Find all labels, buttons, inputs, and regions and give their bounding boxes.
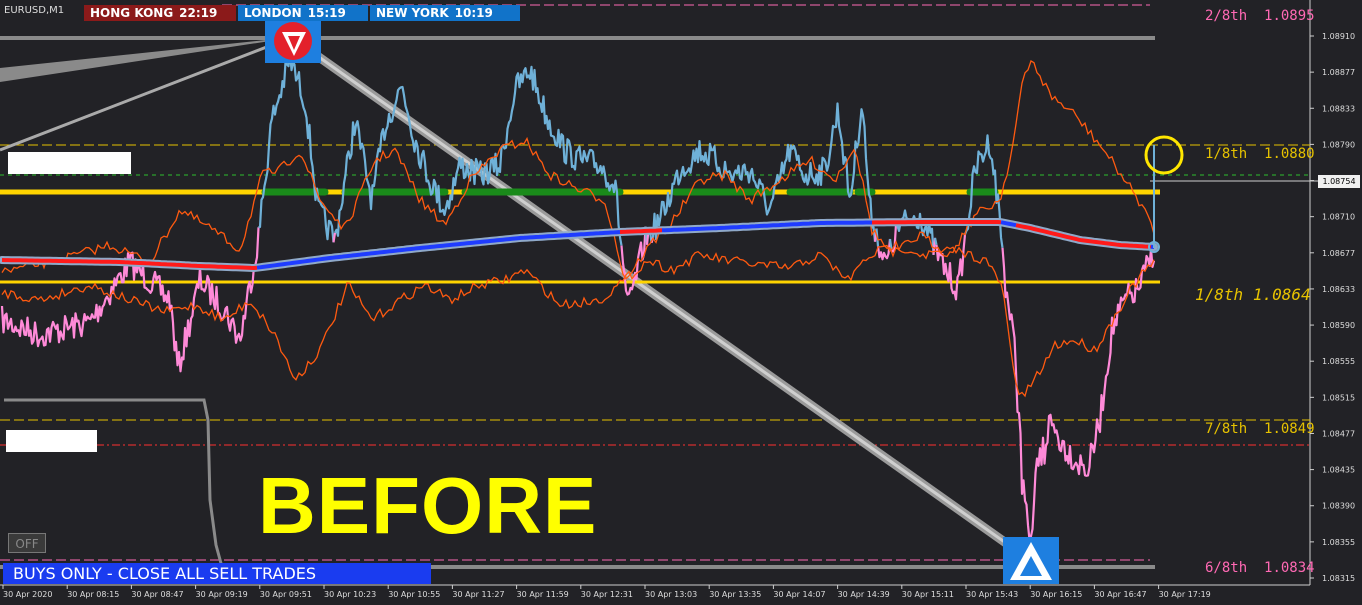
price-axis: 1.08910 1.08877 1.08833 1.08790 1.08710 1.086… (1310, 32, 1355, 583)
off-button[interactable]: OFF (8, 533, 46, 553)
clock-new-york: NEW YORK 10:19 (370, 5, 520, 21)
price-tick-label: 1.08590 (1322, 321, 1355, 330)
murrey-label-2-8: 2/8th 1.0895 (1205, 8, 1315, 24)
clock-city: HONG KONG (90, 6, 174, 20)
price-tick-label: 1.08833 (1322, 104, 1355, 113)
murrey-name: 1/8th (1205, 146, 1248, 162)
time-tick-label: 30 Apr 11:27 (452, 590, 504, 599)
time-tick-label: 30 Apr 08:47 (131, 590, 183, 599)
symbol-label: EURUSD,M1 (4, 5, 65, 16)
before-caption: BEFORE (258, 461, 598, 550)
price-chart[interactable]: 1.08910 1.08877 1.08833 1.08790 1.08710 1.086… (0, 0, 1362, 605)
ma-segment-red (871, 220, 1002, 225)
price-tick-label: 1.08435 (1322, 466, 1355, 475)
price-tick-label: 1.08790 (1322, 140, 1355, 149)
murrey-label-6-8: 6/8th 1.0834 (1205, 560, 1315, 576)
murrey-price: 1.0864 (1252, 285, 1311, 304)
price-tick-label: 1.08555 (1322, 357, 1355, 366)
murrey-name: 1/8th (1195, 285, 1244, 304)
clock-time: 22:19 (179, 6, 218, 20)
murrey-label-7-8: 7/8th 1.0849 (1205, 421, 1315, 437)
trade-banner: BUYS ONLY - CLOSE ALL SELL TRADES (3, 563, 431, 584)
current-price-tag: 1.08754 (1318, 175, 1360, 188)
clock-time: 10:19 (454, 6, 493, 20)
clock-time: 15:19 (307, 6, 346, 20)
white-label-box (6, 430, 97, 452)
murrey-price: 1.0849 (1264, 421, 1315, 437)
price-tick-label: 1.08477 (1322, 429, 1355, 438)
murrey-label-1-8-lower: 1/8th 1.0864 (1195, 285, 1311, 304)
time-tick-label: 30 Apr 16:15 (1030, 590, 1082, 599)
time-tick-label: 30 Apr 09:51 (260, 590, 312, 599)
price-tick-label: 1.08877 (1322, 68, 1355, 77)
price-series-down (332, 232, 337, 243)
price-tick-label: 1.08633 (1322, 285, 1355, 294)
price-tick-label: 1.08355 (1322, 538, 1355, 547)
ma-segment-red (619, 228, 663, 234)
murrey-name: 2/8th (1205, 8, 1248, 24)
time-tick-label: 30 Apr 17:19 (1159, 590, 1211, 599)
chart-window[interactable]: 1.08910 1.08877 1.08833 1.08790 1.08710 1.086… (0, 0, 1362, 605)
sell-arrow-icon (265, 19, 321, 63)
time-tick-label: 30 Apr 12:31 (581, 590, 633, 599)
time-tick-label: 30 Apr 13:35 (709, 590, 761, 599)
time-tick-label: 30 Apr 08:15 (67, 590, 119, 599)
time-tick-label: 30 Apr 09:19 (196, 590, 248, 599)
murrey-price: 1.0834 (1264, 560, 1315, 576)
time-tick-label: 30 Apr 14:39 (838, 590, 890, 599)
white-label-box (8, 152, 131, 174)
price-tick-label: 1.08677 (1322, 249, 1355, 258)
time-tick-label: 30 Apr 16:47 (1094, 590, 1146, 599)
buy-arrow-icon (1003, 537, 1059, 584)
time-tick-label: 30 Apr 13:03 (645, 590, 697, 599)
clock-city: LONDON (244, 6, 302, 20)
price-tick-label: 1.08390 (1322, 502, 1355, 511)
price-tick-label: 1.08515 (1322, 393, 1355, 402)
murrey-name: 6/8th (1205, 560, 1248, 576)
time-tick-label: 30 Apr 10:55 (388, 590, 440, 599)
murrey-name: 7/8th (1205, 421, 1248, 437)
price-series-up (933, 237, 938, 246)
clock-london: LONDON 15:19 (238, 5, 368, 21)
murrey-price: 1.0880 (1264, 146, 1315, 162)
murrey-price: 1.0895 (1264, 8, 1315, 24)
time-tick-label: 30 Apr 2020 (3, 590, 52, 599)
time-tick-label: 30 Apr 10:23 (324, 590, 376, 599)
price-tick-label: 1.08315 (1322, 574, 1355, 583)
time-axis: 30 Apr 2020 30 Apr 08:15 30 Apr 08:47 30 Ap… (2, 585, 1211, 599)
price-tick-label: 1.08710 (1322, 213, 1355, 222)
murrey-label-1-8-upper: 1/8th 1.0880 (1205, 146, 1315, 162)
clock-hong-kong: HONG KONG 22:19 (84, 5, 236, 21)
time-tick-label: 30 Apr 15:11 (902, 590, 954, 599)
time-tick-label: 30 Apr 11:59 (517, 590, 569, 599)
clock-city: NEW YORK (376, 6, 449, 20)
time-tick-label: 30 Apr 15:43 (966, 590, 1018, 599)
time-tick-label: 30 Apr 14:07 (773, 590, 825, 599)
price-tick-label: 1.08910 (1322, 32, 1355, 41)
